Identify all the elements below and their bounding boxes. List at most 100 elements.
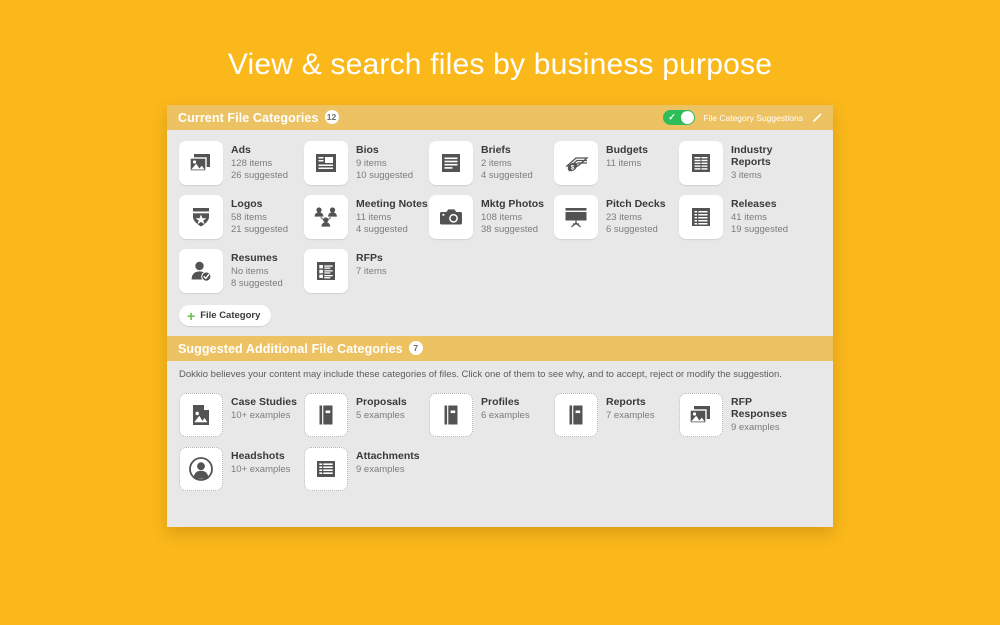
current-categories-header: Current File Categories 12 ✓ File Catego… — [167, 105, 833, 130]
suggested-categories-title: Suggested Additional File Categories — [178, 341, 403, 356]
category-items: 9 items — [356, 158, 387, 169]
suggested-examples: 5 examples — [356, 410, 405, 421]
suggested-examples: 10+ examples — [231, 410, 291, 421]
suggested-examples: 9 examples — [356, 464, 405, 475]
category-tile[interactable]: Pitch Decks 23 items 6 suggested — [554, 195, 679, 239]
suggested-name: Attachments — [356, 450, 420, 462]
suggested-examples: 7 examples — [606, 410, 655, 421]
suggested-tile[interactable]: RFP Responses 9 examples — [679, 393, 804, 437]
suggested-examples: 9 examples — [731, 422, 780, 433]
tile-text: Logos 58 items 21 suggested — [231, 195, 288, 236]
category-name: Meeting Notes — [356, 198, 428, 210]
suggested-name: Profiles — [481, 396, 520, 408]
book-icon — [304, 393, 348, 437]
two-column-doc-icon — [679, 141, 723, 185]
tile-text: Industry Reports 3 items — [731, 141, 804, 182]
lines-document-icon — [429, 141, 473, 185]
suggested-tile[interactable]: Case Studies 10+ examples — [179, 393, 304, 437]
category-items: No items — [231, 266, 269, 277]
tile-text: Case Studies 10+ examples — [231, 393, 297, 422]
category-suggested: 21 suggested — [231, 224, 289, 235]
suggested-name: Proposals — [356, 396, 407, 408]
images-stack-icon — [679, 393, 723, 437]
money-stack-icon: $ — [554, 141, 598, 185]
suggested-categories-count-badge: 7 — [408, 340, 423, 355]
current-categories-count-badge: 12 — [324, 109, 339, 124]
file-category-suggestions-label: File Category Suggestions — [703, 112, 803, 123]
person-check-icon — [179, 249, 223, 293]
category-tile[interactable]: RFPs 7 items — [304, 249, 429, 293]
category-name: Briefs — [481, 144, 511, 156]
category-tile[interactable]: Resumes No items 8 suggested — [179, 249, 304, 293]
category-name: Budgets — [606, 144, 648, 156]
page-title: View & search files by business purpose — [227, 48, 773, 81]
tile-text: RFP Responses 9 examples — [731, 393, 804, 434]
tile-text: Ads 128 items 26 suggested — [231, 141, 288, 182]
tile-text: Budgets 11 items — [606, 141, 648, 170]
suggested-tile[interactable]: Attachments 9 examples — [304, 447, 429, 491]
pencil-icon[interactable] — [811, 112, 823, 124]
category-tile[interactable]: Industry Reports 3 items — [679, 141, 804, 185]
suggested-name: Reports — [606, 396, 646, 408]
panel-bottom-spacer — [179, 501, 821, 517]
camera-icon — [429, 195, 473, 239]
suggested-tile[interactable]: Proposals 5 examples — [304, 393, 429, 437]
suggested-tile[interactable]: Reports 7 examples — [554, 393, 679, 437]
suggested-tile[interactable]: Headshots 10+ examples — [179, 447, 304, 491]
release-list-icon — [679, 195, 723, 239]
category-suggested: 6 suggested — [606, 224, 658, 235]
suggested-categories-header: Suggested Additional File Categories 7 — [167, 336, 833, 361]
category-name: Mktg Photos — [481, 198, 544, 210]
tile-text: Profiles 6 examples — [481, 393, 530, 422]
category-tile[interactable]: Releases 41 items 19 suggested — [679, 195, 804, 239]
category-tile[interactable]: $ Budgets 11 items — [554, 141, 679, 185]
tile-text: Bios 9 items 10 suggested — [356, 141, 413, 182]
presentation-icon — [554, 195, 598, 239]
image-page-icon — [179, 393, 223, 437]
plus-icon: + — [187, 307, 196, 324]
category-items: 11 items — [606, 158, 642, 169]
category-name: Industry Reports — [731, 144, 773, 168]
category-tile[interactable]: Briefs 2 items 4 suggested — [429, 141, 554, 185]
category-items: 128 items — [231, 158, 273, 169]
category-items: 2 items — [481, 158, 512, 169]
category-items: 58 items — [231, 212, 267, 223]
category-tile[interactable]: Mktg Photos 108 items 38 suggested — [429, 195, 554, 239]
shield-star-icon — [179, 195, 223, 239]
category-items: 3 items — [731, 170, 762, 181]
book-icon — [429, 393, 473, 437]
tile-text: Briefs 2 items 4 suggested — [481, 141, 533, 182]
book-icon — [554, 393, 598, 437]
suggested-examples: 6 examples — [481, 410, 530, 421]
suggested-tile[interactable]: Profiles 6 examples — [429, 393, 554, 437]
category-tile[interactable]: Logos 58 items 21 suggested — [179, 195, 304, 239]
category-name: RFPs — [356, 252, 383, 264]
suggested-name: Case Studies — [231, 396, 297, 408]
tile-text: Mktg Photos 108 items 38 suggested — [481, 195, 544, 236]
category-items: 7 items — [356, 266, 387, 277]
current-categories-title: Current File Categories — [178, 110, 319, 125]
category-tile[interactable]: Bios 9 items 10 suggested — [304, 141, 429, 185]
tile-text: Headshots 10+ examples — [231, 447, 290, 476]
app-window: Current File Categories 12 ✓ File Catego… — [167, 105, 833, 527]
category-tile[interactable]: Ads 128 items 26 suggested — [179, 141, 304, 185]
category-suggested: 26 suggested — [231, 170, 289, 181]
suggested-categories-grid: Case Studies 10+ examples Proposals 5 ex… — [179, 393, 821, 501]
category-name: Ads — [231, 144, 251, 156]
checkmark-icon: ✓ — [668, 112, 676, 122]
attachment-list-icon — [304, 447, 348, 491]
category-tile[interactable]: Meeting Notes 11 items 4 suggested — [304, 195, 429, 239]
category-suggested: 10 suggested — [356, 170, 414, 181]
tile-text: Releases 41 items 19 suggested — [731, 195, 788, 236]
add-file-category-button[interactable]: + File Category — [179, 305, 272, 326]
category-items: 108 items — [481, 212, 523, 223]
file-category-suggestions-toggle[interactable]: ✓ — [663, 110, 696, 125]
category-name: Releases — [731, 198, 777, 210]
svg-text:$: $ — [571, 164, 575, 171]
tile-text: Proposals 5 examples — [356, 393, 407, 422]
current-categories-grid: Ads 128 items 26 suggested Bios 9 items … — [179, 141, 821, 303]
current-categories-body: Ads 128 items 26 suggested Bios 9 items … — [167, 130, 833, 336]
checklist-icon — [304, 249, 348, 293]
category-name: Pitch Decks — [606, 198, 666, 210]
category-suggested: 4 suggested — [356, 224, 408, 235]
